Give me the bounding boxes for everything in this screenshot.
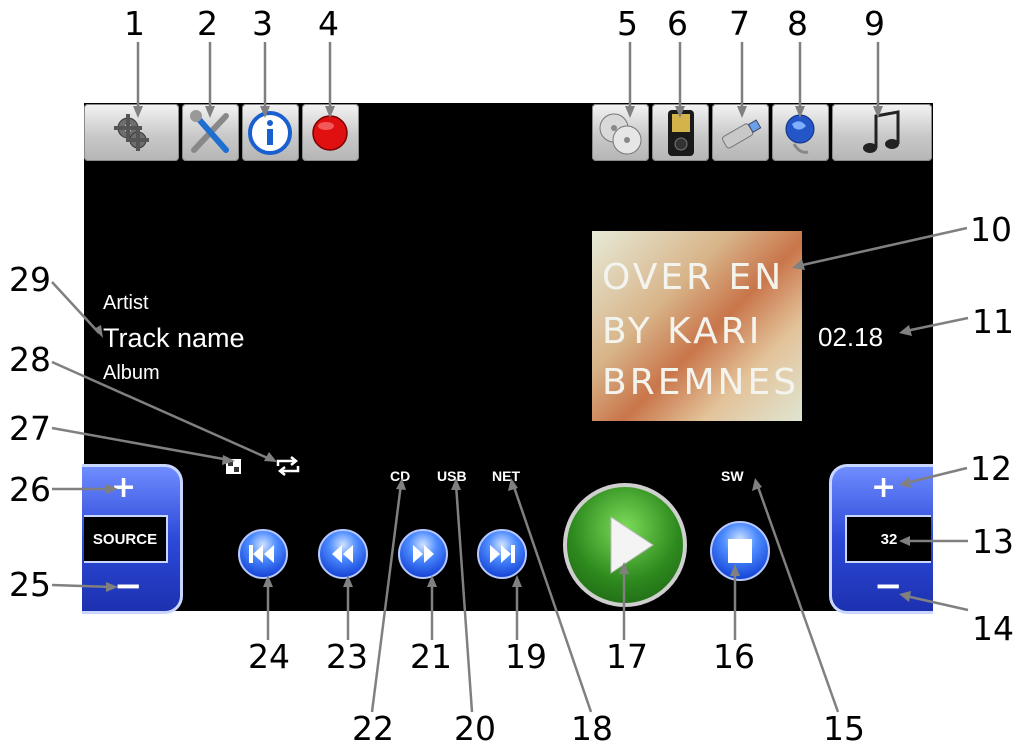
volume-minus-button[interactable]: − [874, 566, 903, 606]
fast-forward-icon [413, 545, 434, 563]
skip-next-icon [490, 545, 515, 563]
callout-9: 9 [864, 4, 885, 43]
callout-3: 3 [252, 4, 273, 43]
album-art-line-2: BY KARI [602, 311, 763, 352]
tools-wrench-icon [190, 110, 229, 153]
album-art-line-1: OVER EN [602, 257, 785, 298]
info-button[interactable] [242, 104, 299, 161]
stop-icon [728, 539, 752, 563]
media-player-button[interactable] [652, 104, 709, 161]
callout-5: 5 [617, 4, 638, 43]
album-label: Album [103, 362, 160, 384]
play-icon [610, 516, 654, 574]
elapsed-time: 02.18 [818, 322, 884, 352]
callout-11: 11 [972, 302, 1014, 341]
callout-12: 12 [970, 449, 1012, 488]
callout-26: 26 [9, 470, 51, 509]
artist-label: Artist [103, 292, 149, 314]
callout-27: 27 [9, 409, 51, 448]
network-source-button[interactable] [772, 104, 829, 161]
callout-2: 2 [197, 4, 218, 43]
callout-6: 6 [667, 4, 688, 43]
cd-source-button[interactable] [592, 104, 649, 161]
callout-18: 18 [571, 709, 613, 748]
source-indicator-sw[interactable]: SW [721, 468, 744, 484]
source-indicator-net[interactable]: NET [492, 468, 520, 484]
info-icon [248, 111, 292, 155]
callout-19: 19 [505, 637, 547, 676]
callout-14: 14 [972, 609, 1014, 648]
source-plus-button[interactable]: + [111, 470, 136, 505]
callout-4: 4 [318, 4, 339, 43]
callout-13: 13 [972, 522, 1014, 561]
repeat-icon[interactable] [275, 456, 301, 476]
callout-22: 22 [352, 709, 394, 748]
music-note-icon [863, 110, 900, 153]
track-name-label: Track name [103, 323, 245, 353]
source-indicator-cd[interactable]: CD [390, 468, 410, 484]
album-art-line-3: BREMNES [602, 362, 800, 403]
callout-10: 10 [970, 210, 1012, 249]
usb-stick-icon [722, 119, 762, 149]
record-icon [312, 115, 348, 151]
callout-7: 7 [729, 4, 750, 43]
play-button[interactable] [563, 483, 687, 607]
volume-plus-button[interactable]: + [871, 470, 896, 505]
cd-discs-icon [599, 113, 642, 155]
previous-track-button[interactable] [238, 529, 288, 579]
album-art: OVER EN BY KARI BREMNES [592, 231, 802, 421]
callout-29: 29 [9, 260, 51, 299]
shuffle-icon[interactable] [226, 459, 241, 474]
network-globe-icon [785, 114, 815, 154]
callout-21: 21 [410, 637, 452, 676]
settings-gears-icon [114, 114, 149, 151]
callout-25: 25 [9, 565, 51, 604]
stop-button[interactable] [710, 521, 770, 581]
callout-1: 1 [124, 4, 145, 43]
callout-16: 16 [713, 637, 755, 676]
callout-24: 24 [248, 637, 290, 676]
callout-15: 15 [823, 709, 865, 748]
settings-button[interactable] [84, 104, 179, 161]
fast-forward-button[interactable] [398, 529, 448, 579]
source-minus-button[interactable]: − [114, 566, 143, 606]
callout-8: 8 [787, 4, 808, 43]
skip-previous-icon [249, 545, 274, 563]
next-track-button[interactable] [477, 529, 527, 579]
usb-source-button[interactable] [712, 104, 769, 161]
volume-level-display: 32 [845, 515, 931, 563]
source-button[interactable]: SOURCE [84, 515, 168, 563]
rewind-icon [332, 545, 353, 563]
callout-28: 28 [9, 340, 51, 379]
rewind-button[interactable] [318, 529, 368, 579]
callout-17: 17 [606, 637, 648, 676]
source-indicator-usb[interactable]: USB [437, 468, 467, 484]
music-button[interactable] [832, 104, 932, 161]
record-button[interactable] [302, 104, 359, 161]
callout-23: 23 [326, 637, 368, 676]
media-player-device-icon [668, 110, 694, 156]
callout-20: 20 [454, 709, 496, 748]
tools-button[interactable] [182, 104, 239, 161]
